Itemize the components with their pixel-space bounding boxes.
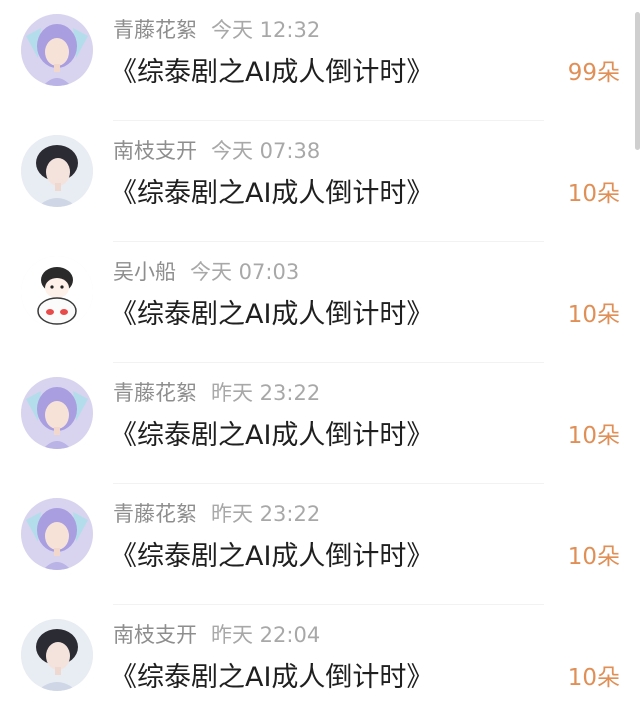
message-meta: 南枝支开 今天 07:38 bbox=[113, 135, 320, 167]
flower-count: 10朵 bbox=[567, 544, 620, 570]
timestamp: 昨天 23:22 bbox=[211, 381, 321, 405]
list-item[interactable]: 南枝支开 昨天 22:04 《综泰剧之AI成人倒计时》 10朵 bbox=[0, 605, 640, 726]
message-meta: 南枝支开 昨天 22:04 bbox=[113, 619, 320, 651]
scrollbar[interactable] bbox=[635, 12, 640, 150]
message-meta: 吴小船 今天 07:03 bbox=[113, 256, 299, 288]
message-meta: 青藤花絮 昨天 23:22 bbox=[113, 377, 320, 409]
book-title: 《综泰剧之AI成人倒计时》 bbox=[110, 662, 434, 693]
purple-hair-anime-avatar-icon[interactable] bbox=[21, 14, 93, 86]
username[interactable]: 南枝支开 bbox=[113, 623, 197, 647]
purple-hair-anime-avatar-icon[interactable] bbox=[21, 377, 93, 449]
book-title: 《综泰剧之AI成人倒计时》 bbox=[110, 541, 434, 572]
book-title: 《综泰剧之AI成人倒计时》 bbox=[110, 299, 434, 330]
list-item[interactable]: 南枝支开 今天 07:38 《综泰剧之AI成人倒计时》 10朵 bbox=[0, 121, 640, 242]
username[interactable]: 青藤花絮 bbox=[113, 381, 197, 405]
username[interactable]: 青藤花絮 bbox=[113, 18, 197, 42]
flower-count: 99朵 bbox=[567, 60, 620, 86]
timestamp: 今天 12:32 bbox=[211, 18, 321, 42]
list-item[interactable]: 青藤花絮 昨天 23:22 《综泰剧之AI成人倒计时》 10朵 bbox=[0, 484, 640, 605]
flower-count: 10朵 bbox=[567, 423, 620, 449]
gift-record-list: 青藤花絮 今天 12:32 《综泰剧之AI成人倒计时》 99朵 南枝支开 今天 07… bbox=[0, 0, 640, 705]
list-item[interactable]: 吴小船 今天 07:03 《综泰剧之AI成人倒计时》 10朵 bbox=[0, 242, 640, 363]
flower-count: 10朵 bbox=[567, 181, 620, 207]
book-title: 《综泰剧之AI成人倒计时》 bbox=[110, 57, 434, 88]
timestamp: 今天 07:03 bbox=[190, 260, 300, 284]
dark-hair-anime-boy-avatar-icon[interactable] bbox=[21, 619, 93, 691]
message-meta: 青藤花絮 今天 12:32 bbox=[113, 14, 320, 46]
message-meta: 青藤花絮 昨天 23:22 bbox=[113, 498, 320, 530]
flower-count: 10朵 bbox=[567, 302, 620, 328]
list-item[interactable]: 青藤花絮 昨天 23:22 《综泰剧之AI成人倒计时》 10朵 bbox=[0, 363, 640, 484]
username[interactable]: 青藤花絮 bbox=[113, 502, 197, 526]
flower-count: 10朵 bbox=[567, 665, 620, 691]
cartoon-girl-sticker-avatar-icon[interactable] bbox=[21, 256, 93, 328]
timestamp: 昨天 22:04 bbox=[211, 623, 321, 647]
book-title: 《综泰剧之AI成人倒计时》 bbox=[110, 178, 434, 209]
purple-hair-anime-avatar-icon[interactable] bbox=[21, 498, 93, 570]
dark-hair-anime-boy-avatar-icon[interactable] bbox=[21, 135, 93, 207]
book-title: 《综泰剧之AI成人倒计时》 bbox=[110, 420, 434, 451]
timestamp: 昨天 23:22 bbox=[211, 502, 321, 526]
list-item[interactable]: 青藤花絮 今天 12:32 《综泰剧之AI成人倒计时》 99朵 bbox=[0, 0, 640, 121]
username[interactable]: 吴小船 bbox=[113, 260, 176, 284]
username[interactable]: 南枝支开 bbox=[113, 139, 197, 163]
timestamp: 今天 07:38 bbox=[211, 139, 321, 163]
